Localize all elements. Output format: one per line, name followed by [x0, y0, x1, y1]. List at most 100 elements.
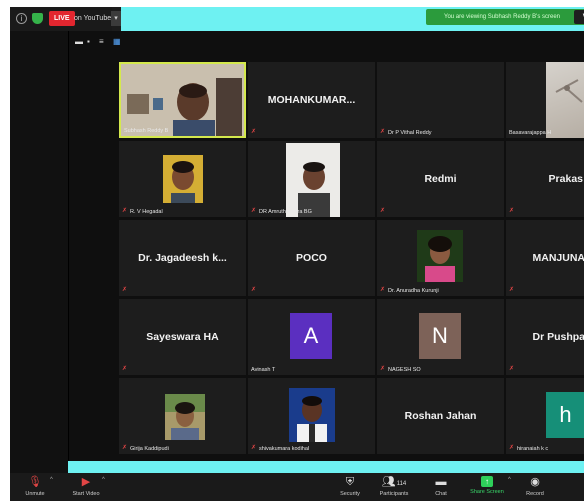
participant-portrait: [417, 230, 463, 282]
participants-button[interactable]: 👥︎114 Participants: [374, 476, 414, 497]
ceiling-fan-image: [555, 79, 583, 103]
start-video-button[interactable]: ▶︎ Start Video: [66, 476, 106, 497]
participant-tile[interactable]: Redmi ✗: [377, 141, 504, 217]
participant-tile[interactable]: ✗ DR Amruthesvara BG: [248, 141, 375, 217]
participant-name-label: ✗ shivakumara kodihal: [251, 445, 309, 452]
chat-bubble-icon: ▬: [435, 476, 447, 488]
minimize-icon[interactable]: ▬: [75, 37, 83, 47]
participant-name: shivakumara kodihal: [259, 445, 310, 452]
live-badge[interactable]: LIVE: [49, 11, 75, 26]
screen-share-border: [68, 461, 584, 473]
participant-tile[interactable]: ✗ Dr. Anuradha Kurunji: [377, 220, 504, 296]
participant-tile[interactable]: MANJUNA ✗: [506, 220, 584, 296]
participant-name: R. V Hegadal: [130, 208, 163, 215]
security-button[interactable]: ⛨ Security: [335, 476, 365, 497]
record-label: Record: [526, 491, 544, 497]
participant-name-label: Basavarajappa H: [509, 130, 551, 136]
participant-name-label: ✗ R. V Hegadal: [122, 208, 163, 215]
participant-portrait: [286, 143, 340, 217]
participant-tile[interactable]: A Avinash T: [248, 299, 375, 375]
participant-tile[interactable]: Prakas ✗: [506, 141, 584, 217]
restore-icon[interactable]: ▪: [87, 37, 90, 47]
view-options-button[interactable]: View Options ⌄: [574, 10, 584, 24]
participant-display-name: Redmi: [424, 173, 457, 185]
participant-tile[interactable]: Sayeswara HA ✗: [119, 299, 246, 375]
participant-avatar: A: [290, 313, 332, 359]
participant-tile[interactable]: ✗ Dr P Vithal Reddy: [377, 62, 504, 138]
unmute-label: Unmute: [25, 491, 45, 497]
mic-off-icon: ✗: [509, 445, 515, 451]
share-screen-button[interactable]: ↑ Share Screen: [466, 476, 508, 495]
gallery-view: ▬ ▪ ≡ ▦ Subhash Reddy B MOHANKUMAR... ✗ …: [68, 31, 584, 461]
mic-off-icon: 🎙︎: [28, 476, 42, 488]
mic-off-icon: ✗: [380, 129, 386, 135]
participant-video: [546, 62, 584, 138]
participant-display-name: POCO: [296, 252, 327, 264]
chevron-up-icon[interactable]: ^: [508, 477, 511, 483]
participant-tile[interactable]: MOHANKUMAR... ✗: [248, 62, 375, 138]
participant-display-name: Dr Pushpa: [532, 331, 584, 343]
participant-name: Girija Kaddipudi: [130, 445, 169, 452]
participant-portrait: [165, 394, 205, 440]
participant-tile[interactable]: Dr Pushpa ✗: [506, 299, 584, 375]
top-bar: i LIVE on YouTube ▾ You are viewing Subh…: [10, 7, 584, 31]
participant-name-label: ✗ Dr P Vithal Reddy: [380, 129, 432, 136]
mic-off-icon: ✗: [509, 366, 515, 372]
viewing-notice-pill: You are viewing Subhash Reddy B's screen…: [426, 9, 584, 25]
participant-name-label: ✗ DR Amruthesvara BG: [251, 208, 312, 215]
participant-tile[interactable]: Basavarajappa H: [506, 62, 584, 138]
participant-tile[interactable]: ✗ shivakumara kodihal: [248, 378, 375, 454]
list-view-icon[interactable]: ≡: [99, 37, 104, 47]
viewing-notice-text: You are viewing Subhash Reddy B's screen: [444, 14, 560, 20]
participant-video-frame: [121, 64, 244, 136]
participant-tile[interactable]: N ✗ NAGESH SO: [377, 299, 504, 375]
chevron-down-icon[interactable]: ▾: [111, 11, 121, 26]
chevron-up-icon[interactable]: ^: [50, 477, 53, 483]
mic-off-icon: ✗: [122, 287, 128, 293]
participant-tile[interactable]: ✗ Girija Kaddipudi: [119, 378, 246, 454]
chat-button[interactable]: ▬ Chat: [430, 476, 452, 497]
participant-name: DR Amruthesvara BG: [259, 208, 312, 215]
participant-portrait: [289, 388, 335, 442]
mic-off-icon: ✗: [251, 287, 257, 293]
participant-tile[interactable]: Dr. Jagadeesh k... ✗: [119, 220, 246, 296]
meeting-toolbar: 🎙︎ Unmute ^ ▶︎ Start Video ^ ⛨ Security …: [10, 473, 584, 501]
participant-tile[interactable]: POCO ✗: [248, 220, 375, 296]
participant-display-name: MOHANKUMAR...: [267, 94, 356, 106]
shield-icon[interactable]: [32, 13, 43, 24]
participant-portrait: [163, 155, 203, 203]
mic-off-icon: ✗: [251, 208, 257, 214]
unmute-button[interactable]: 🎙︎ Unmute: [18, 476, 52, 497]
mic-off-icon: ✗: [251, 129, 257, 135]
mic-off-icon: ✗: [122, 445, 128, 451]
mic-off-icon: ✗: [251, 445, 257, 451]
participant-tile[interactable]: ✗ R. V Hegadal: [119, 141, 246, 217]
participant-name: Dr P Vithal Reddy: [388, 129, 432, 136]
participant-photo: [289, 388, 335, 442]
mic-off-icon: ✗: [122, 366, 128, 372]
participant-display-name: MANJUNA: [532, 252, 584, 264]
participant-tile[interactable]: Roshan Jahan: [377, 378, 504, 454]
mic-off-icon: ✗: [122, 208, 128, 214]
record-button[interactable]: ◉ Record: [522, 476, 548, 497]
participant-name-label: ✗ Girija Kaddipudi: [122, 445, 169, 452]
record-icon: ◉: [530, 476, 540, 488]
live-platform-label[interactable]: on YouTube: [74, 11, 111, 26]
participant-name: Subhash Reddy B: [124, 128, 169, 134]
share-screen-label: Share Screen: [470, 489, 504, 495]
participant-avatar: h: [546, 392, 584, 438]
participant-name: Dr. Anuradha Kurunji: [388, 287, 439, 294]
video-off-icon: ▶︎: [81, 476, 91, 488]
grid-view-icon[interactable]: ▦: [113, 37, 121, 47]
participant-name: Basavarajappa H: [509, 130, 552, 136]
share-arrow-icon: ↑: [481, 476, 493, 487]
participant-avatar: N: [419, 313, 461, 359]
chevron-up-icon[interactable]: ^: [102, 477, 105, 483]
live-stream-area: i LIVE on YouTube: [10, 7, 112, 31]
participant-tile[interactable]: Subhash Reddy B: [119, 62, 246, 138]
participant-photo: [163, 155, 203, 203]
info-icon[interactable]: i: [16, 13, 27, 24]
participant-tile[interactable]: h ✗ hiranaiah k c: [506, 378, 584, 454]
mic-off-icon: ✗: [380, 287, 386, 293]
participant-display-name: Sayeswara HA: [146, 331, 219, 343]
